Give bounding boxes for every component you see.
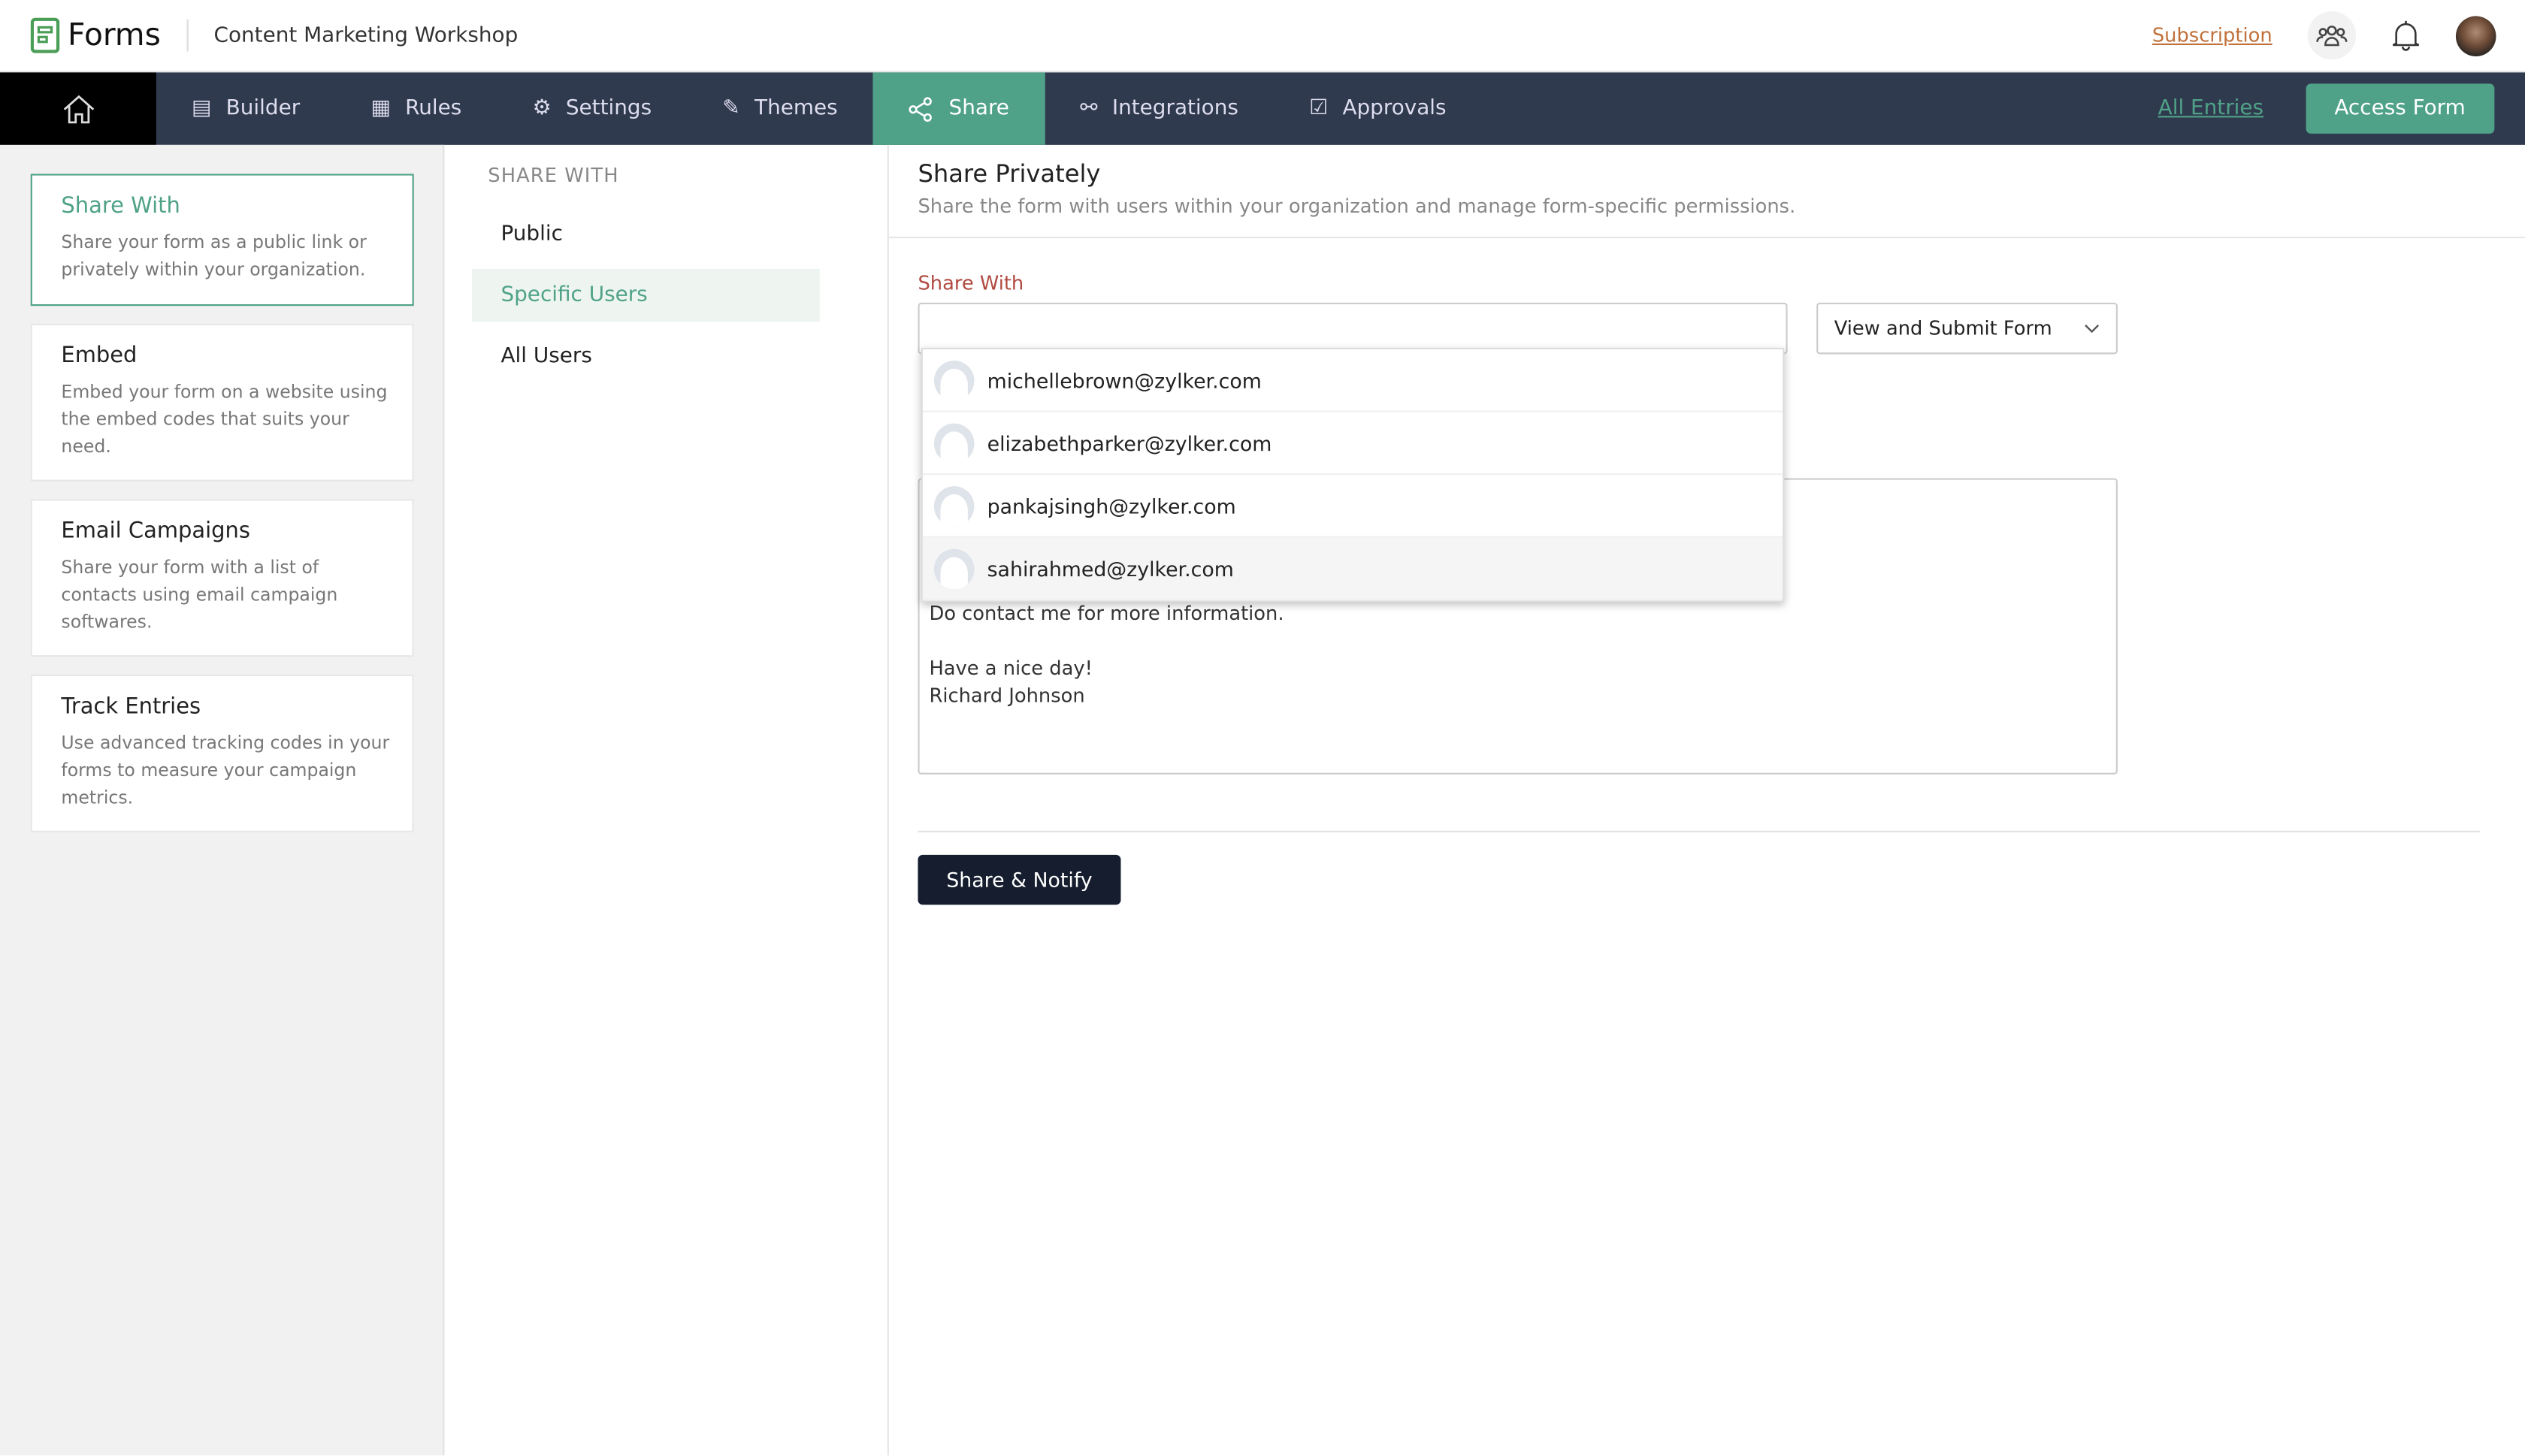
menu-item-specific-users[interactable]: Specific Users [471,268,820,322]
chevron-down-icon [2085,325,2100,334]
share-with-input[interactable] [918,302,1788,355]
share-with-label: Share With [918,272,1024,295]
users-icon [2316,26,2348,47]
card-desc: Share your form with a list of contacts … [61,557,338,633]
suggestion-email: sahirahmed@zylker.com [987,556,1234,581]
card-email-campaigns[interactable]: Email Campaigns Share your form with a li… [30,499,414,657]
message-line: Have a nice day! [929,657,1093,680]
main-nav: ▤ Builder ▦ Rules ⚙ Settings ✎ Themes Share … [0,72,2525,145]
tab-themes[interactable]: ✎ Themes [687,72,873,144]
menu-item-all-users[interactable]: All Users [472,330,820,383]
top-bar: Forms Content Marketing Workshop Subscri… [0,0,2525,73]
permission-value: View and Submit Form [1834,317,2052,340]
menu-item-public[interactable]: Public [472,207,820,261]
builder-icon: ▤ [192,96,212,121]
tab-label: Integrations [1111,96,1238,121]
tab-approvals[interactable]: ☑ Approvals [1274,72,1482,144]
tab-label: Rules [405,96,462,121]
bell-icon[interactable] [2391,20,2421,52]
share-notify-button[interactable]: Share & Notify [918,854,1121,905]
tab-builder[interactable]: ▤ Builder [156,72,335,144]
user-avatar[interactable] [2455,15,2496,56]
suggestion-email: elizabethparker@zylker.com [987,430,1272,455]
permission-select[interactable]: View and Submit Form [1816,302,2118,355]
divider [888,237,2525,239]
message-line: Richard Johnson [929,684,1085,707]
all-entries-link[interactable]: All Entries [2158,97,2263,121]
menu-heading: SHARE WITH [488,164,619,187]
tab-rules[interactable]: ▦ Rules [335,72,497,144]
tab-label: Share [948,96,1009,121]
home-icon [62,94,94,123]
subscription-link[interactable]: Subscription [2152,24,2272,47]
user-suggestions-dropdown: michellebrown@zylker.com elizabethparker… [921,347,1785,603]
suggestion-item[interactable]: elizabethparker@zylker.com [922,412,1783,476]
access-form-button[interactable]: Access Form [2305,83,2495,134]
home-button[interactable] [0,72,156,145]
card-title: Email Campaigns [61,518,250,545]
app-logo[interactable]: Forms [30,17,161,53]
card-desc: Embed your form on a website using the e… [61,381,388,458]
tab-integrations[interactable]: ⚯ Integrations [1045,72,1274,144]
share-options-panel: Share With Share your form as a public li… [0,144,445,1456]
user-placeholder-icon [933,548,975,589]
user-placeholder-icon [933,359,975,400]
gear-icon: ⚙ [532,96,552,121]
suggestion-item[interactable]: sahirahmed@zylker.com [922,537,1783,601]
forms-logo-icon [30,17,60,53]
user-placeholder-icon [933,422,975,464]
card-desc: Share your form as a public link or priv… [61,231,367,280]
card-desc: Use advanced tracking codes in your form… [61,733,390,808]
approvals-icon: ☑ [1309,96,1329,121]
tab-label: Approvals [1342,96,1447,121]
share-with-menu: SHARE WITH Public Specific Users All Use… [444,144,889,1456]
user-placeholder-icon [933,485,975,526]
tab-label: Themes [754,96,838,121]
divider [186,19,189,52]
tab-label: Builder [225,96,301,121]
form-title: Content Marketing Workshop [213,23,519,48]
card-share-with[interactable]: Share With Share your form as a public li… [30,174,414,307]
page-title: Share Privately [918,159,1101,189]
rules-icon: ▦ [370,96,391,121]
tab-share[interactable]: Share [872,72,1045,145]
suggestion-item[interactable]: pankajsingh@zylker.com [922,475,1783,538]
message-line: Do contact me for more information. [929,602,1284,625]
main-content: Share Privately Share the form with user… [888,145,2525,1455]
tab-label: Settings [565,96,652,121]
page-description: Share the form with users within your or… [918,195,1796,218]
app-name: Forms [68,17,161,53]
card-title: Track Entries [61,693,201,720]
users-button[interactable] [2307,11,2357,60]
card-track-entries[interactable]: Track Entries Use advanced tracking codes… [30,674,414,832]
tab-settings[interactable]: ⚙ Settings [497,72,687,144]
card-title: Embed [61,343,138,369]
suggestion-email: pankajsingh@zylker.com [987,493,1236,518]
suggestion-item[interactable]: michellebrown@zylker.com [922,349,1783,412]
brush-icon: ✎ [722,96,740,121]
integrations-icon: ⚯ [1080,96,1098,121]
share-icon [909,96,933,121]
card-embed[interactable]: Embed Embed your form on a website using … [30,323,414,482]
divider [918,830,2481,832]
card-title: Share With [61,193,180,219]
suggestion-email: michellebrown@zylker.com [987,367,1262,392]
